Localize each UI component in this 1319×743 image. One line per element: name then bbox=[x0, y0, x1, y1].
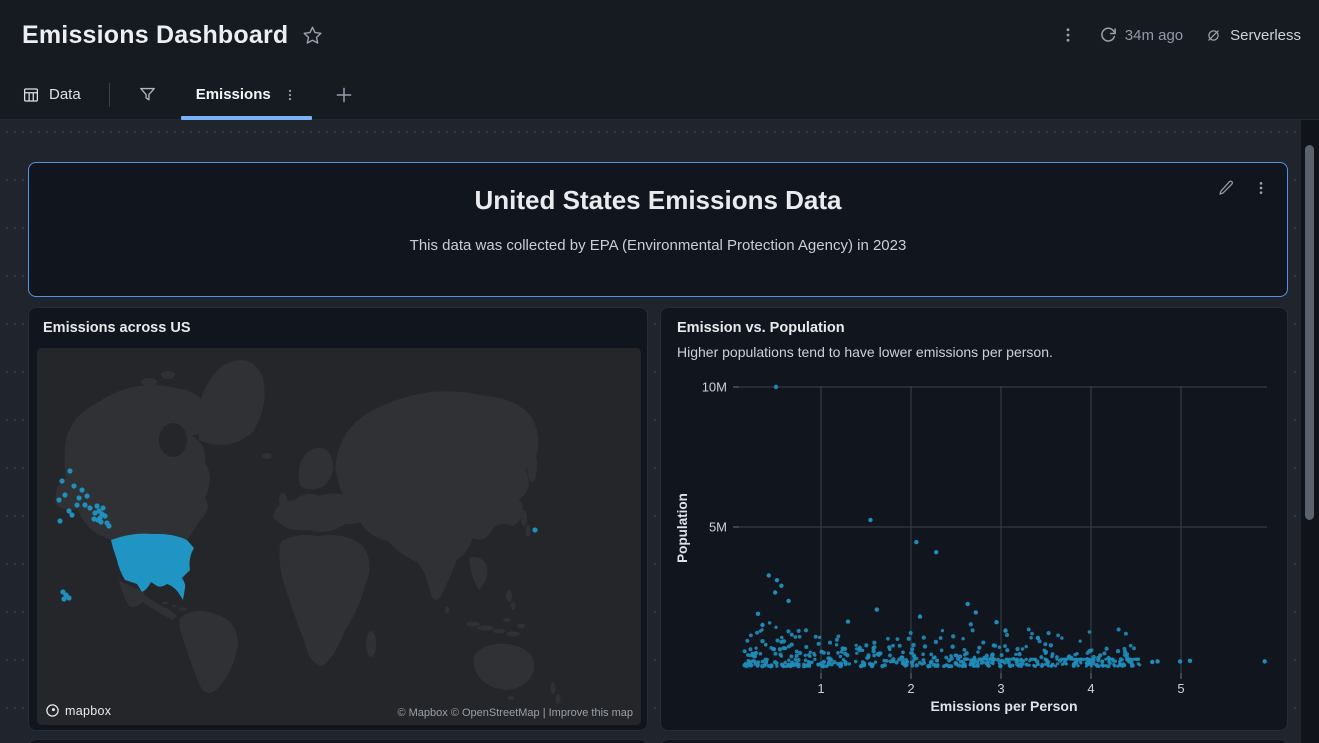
refresh-status[interactable]: 34m ago bbox=[1099, 26, 1183, 44]
tab-data-label: Data bbox=[49, 86, 81, 103]
world-map-svg bbox=[37, 348, 641, 725]
tab-options-kebab-icon[interactable] bbox=[283, 88, 297, 102]
tab-emissions[interactable]: Emissions bbox=[181, 70, 312, 119]
scrollbar-thumb[interactable] bbox=[1305, 145, 1314, 520]
add-page-button[interactable] bbox=[334, 70, 354, 119]
compute-label: Serverless bbox=[1230, 27, 1301, 44]
favorite-star-icon[interactable] bbox=[302, 25, 323, 46]
x-axis-title: Emissions per Person bbox=[930, 698, 1077, 714]
tab-data[interactable]: Data bbox=[22, 70, 81, 119]
tab-emissions-label: Emissions bbox=[196, 86, 271, 103]
serverless-icon bbox=[1205, 27, 1222, 44]
world-map[interactable]: mapbox © Mapbox © OpenStreetMap | Improv… bbox=[37, 348, 641, 725]
tab-divider bbox=[109, 83, 110, 107]
map-widget-card[interactable]: Emissions across US bbox=[28, 307, 648, 731]
filter-icon[interactable] bbox=[138, 70, 157, 119]
dashboard-title: Emissions Dashboard bbox=[22, 21, 288, 50]
svg-text:10M: 10M bbox=[702, 380, 727, 395]
next-row-card-left[interactable] bbox=[28, 739, 648, 743]
text-widget-card[interactable]: United States Emissions Data This data w… bbox=[28, 162, 1288, 297]
chart-gridlines bbox=[733, 386, 1267, 679]
scrollbar-track bbox=[1301, 120, 1319, 743]
dashboard-canvas: United States Emissions Data This data w… bbox=[0, 120, 1319, 743]
svg-text:1: 1 bbox=[817, 681, 824, 696]
svg-text:3: 3 bbox=[997, 681, 1004, 696]
svg-text:4: 4 bbox=[1087, 681, 1094, 696]
svg-text:5M: 5M bbox=[709, 520, 727, 535]
edit-pencil-icon[interactable] bbox=[1218, 179, 1235, 196]
svg-text:2: 2 bbox=[907, 681, 914, 696]
header-overflow-menu-icon[interactable] bbox=[1059, 26, 1077, 44]
next-row-card-right[interactable] bbox=[660, 739, 1288, 743]
mapbox-logo[interactable]: mapbox bbox=[45, 703, 111, 718]
mapbox-logo-text: mapbox bbox=[65, 704, 111, 718]
svg-text:5: 5 bbox=[1177, 681, 1184, 696]
compute-selector[interactable]: Serverless bbox=[1205, 27, 1301, 44]
y-axis-title: Population bbox=[675, 493, 690, 563]
widget-main-subtitle: This data was collected by EPA (Environm… bbox=[29, 237, 1287, 254]
map-attribution[interactable]: © Mapbox © OpenStreetMap | Improve this … bbox=[397, 707, 633, 719]
app-header: Emissions Dashboard 34m ago bbox=[0, 0, 1319, 70]
scatter-chart[interactable]: Population Emissions per Person 1 2 3 4 5 5M 1… bbox=[661, 308, 1289, 732]
widget-kebab-icon[interactable] bbox=[1253, 179, 1269, 196]
tab-bar: Data Emissions bbox=[0, 70, 1319, 120]
refresh-icon[interactable] bbox=[1099, 26, 1117, 44]
refresh-time-label: 34m ago bbox=[1125, 27, 1183, 44]
widget-main-title: United States Emissions Data bbox=[29, 185, 1287, 216]
scatter-widget-card[interactable]: Emission vs. Population Higher populatio… bbox=[660, 307, 1288, 731]
map-widget-title: Emissions across US bbox=[43, 320, 191, 336]
